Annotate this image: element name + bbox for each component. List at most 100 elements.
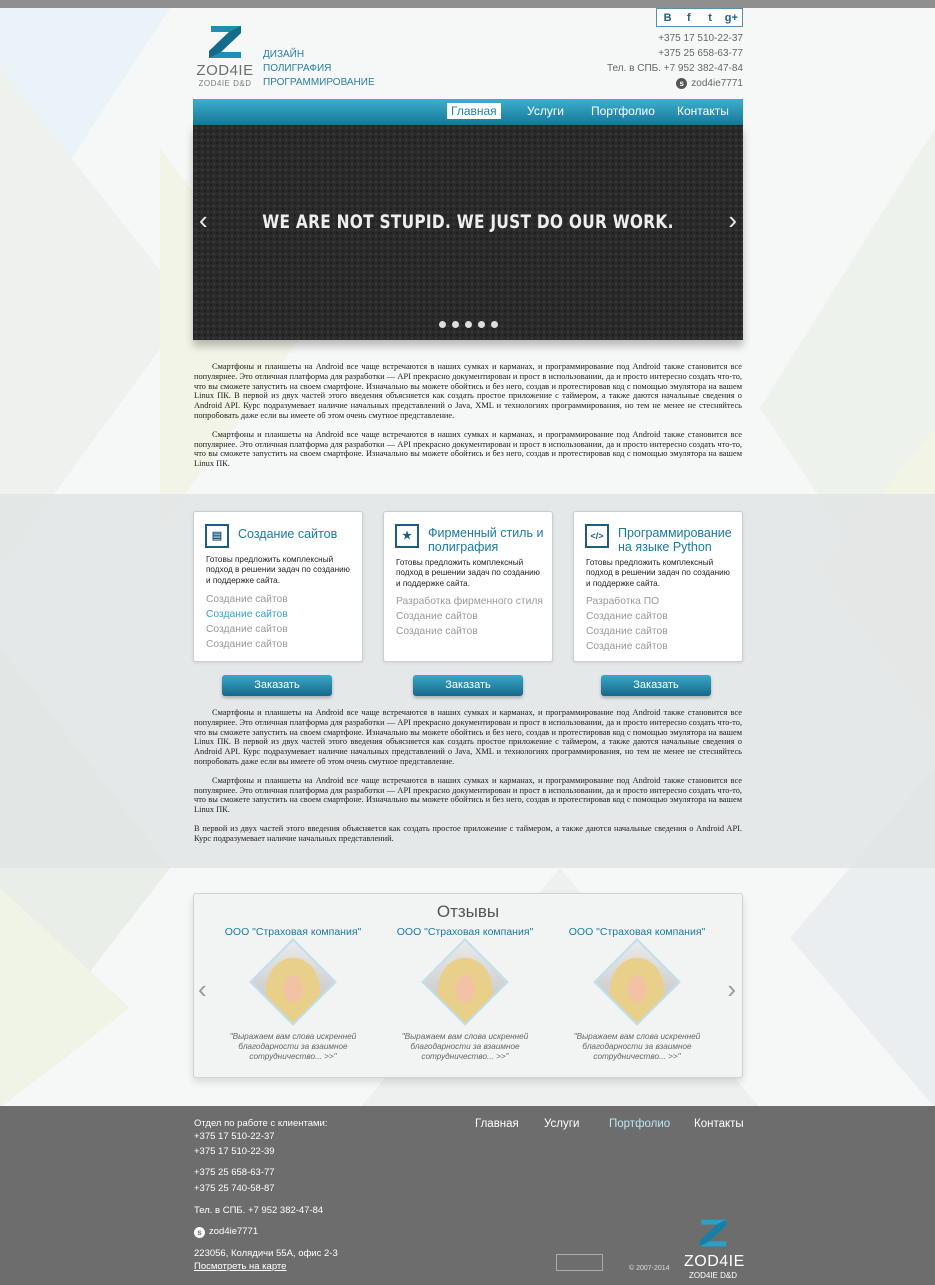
review-card: ООО "Страховая компания" "Выражаем вам с… bbox=[218, 926, 368, 1062]
order-button[interactable]: Заказать bbox=[222, 675, 332, 696]
map-link[interactable]: Посмотреть на карте bbox=[194, 1261, 286, 1273]
copyright: © 2007-2014 bbox=[629, 1265, 670, 1272]
footer-phone: +375 25 740-58-87 bbox=[194, 1183, 275, 1194]
top-strip bbox=[0, 0, 935, 8]
reviews-next-arrow-icon[interactable]: › bbox=[727, 974, 736, 1005]
footer-nav-home[interactable]: Главная bbox=[475, 1118, 519, 1130]
review-avatar bbox=[421, 938, 509, 1026]
slider-next-arrow-icon[interactable]: › bbox=[728, 207, 737, 233]
star-icon: ★ bbox=[395, 524, 419, 548]
review-quote[interactable]: "Выражаем вам слова искренней благодарно… bbox=[562, 1032, 712, 1062]
card-link[interactable]: Создание сайтов bbox=[396, 625, 544, 639]
slider-dot[interactable] bbox=[490, 321, 498, 328]
twitter-icon[interactable]: t bbox=[701, 12, 719, 24]
nav-contacts[interactable]: Контакты bbox=[673, 103, 733, 119]
header-contacts: +375 17 510-22-37 +375 25 658-63-77 Тел.… bbox=[607, 31, 743, 91]
card-link[interactable]: Разработка ПО bbox=[586, 594, 734, 609]
logo-subtitle: ZOD4IE D&D bbox=[198, 79, 252, 88]
phone-spb: Тел. в СПБ. +7 952 382-47-84 bbox=[606, 63, 743, 74]
review-avatar bbox=[249, 938, 337, 1026]
tagline-design: ДИЗАЙН bbox=[263, 49, 305, 60]
counter-widget[interactable] bbox=[556, 1254, 603, 1271]
footer-dept: Отдел по работе с клиентами: bbox=[194, 1118, 328, 1129]
footer: Отдел по работе с клиентами: +375 17 510… bbox=[0, 1106, 935, 1285]
review-company[interactable]: ООО "Страховая компания" bbox=[218, 926, 368, 938]
facebook-icon[interactable]: f bbox=[680, 12, 698, 24]
skype-name: zod4ie7771 bbox=[691, 78, 743, 89]
service-card-websites: ▤ Создание сайтов Готовы предложить комп… bbox=[193, 511, 363, 662]
card-links: Создание сайтов Создание сайтов Создание… bbox=[206, 592, 354, 652]
review-card: ООО "Страховая компания" "Выражаем вам с… bbox=[390, 926, 540, 1062]
footer-address: 223056, Колядичи 55А, офис 2-3 bbox=[194, 1248, 338, 1259]
footer-logo-word: ZOD4IE bbox=[684, 1253, 745, 1270]
social-links: B f t g+ bbox=[656, 8, 743, 27]
skype-icon: s bbox=[194, 1226, 205, 1238]
footer-phone: +375 17 510-22-39 bbox=[194, 1146, 275, 1157]
paragraph: В первой из двух частей этого введения о… bbox=[194, 823, 742, 843]
logo[interactable]: ZOD4IE ZOD4IE D&D bbox=[193, 24, 257, 90]
card-link[interactable]: Разработка фирменного стиля bbox=[396, 595, 544, 609]
service-card-python: </> Программирование на языке Python Гот… bbox=[573, 511, 743, 662]
slider-prev-arrow-icon[interactable]: ‹ bbox=[199, 207, 208, 233]
card-link[interactable]: Создание сайтов bbox=[586, 624, 734, 639]
review-company[interactable]: ООО "Страховая компания" bbox=[390, 926, 540, 938]
paragraph: Смартфоны и планшеты на Android все чаще… bbox=[194, 775, 742, 815]
card-title: Фирменный стиль и полиграфия bbox=[428, 526, 544, 554]
review-quote[interactable]: "Выражаем вам слова искренней благодарно… bbox=[390, 1032, 540, 1062]
code-icon: </> bbox=[585, 524, 609, 548]
slider-dot[interactable] bbox=[477, 321, 485, 328]
paragraph: Смартфоны и планшеты на Android все чаще… bbox=[194, 429, 742, 469]
card-link[interactable]: Создание сайтов bbox=[206, 637, 354, 652]
footer-nav-contacts[interactable]: Контакты bbox=[694, 1118, 744, 1130]
slider-dot[interactable] bbox=[464, 321, 472, 328]
card-link[interactable]: Создание сайтов bbox=[206, 607, 354, 622]
reviews-section: Отзывы ‹ ООО "Страховая компания" "Выраж… bbox=[193, 893, 743, 1078]
skype-name: zod4ie7771 bbox=[209, 1226, 259, 1237]
skype-contact: s zod4ie7771 bbox=[676, 76, 743, 91]
footer-skype: s zod4ie7771 bbox=[194, 1226, 258, 1238]
card-title: Программирование на языке Python bbox=[618, 526, 732, 554]
nav-services[interactable]: Услуги bbox=[523, 103, 568, 119]
card-link[interactable]: Создание сайтов bbox=[586, 609, 734, 624]
footer-nav-portfolio[interactable]: Портфолио bbox=[609, 1118, 670, 1130]
tagline-print: ПОЛИГРАФИЯ bbox=[263, 63, 332, 74]
hero-slider: ‹ WE ARE NOT STUPID. WE JUST DO OUR WORK… bbox=[193, 125, 743, 340]
card-link[interactable]: Создание сайтов bbox=[586, 639, 734, 654]
reviews-title: Отзывы bbox=[436, 902, 500, 921]
skype-icon: s bbox=[676, 78, 688, 89]
logo-z-icon bbox=[699, 1219, 727, 1247]
card-link[interactable]: Создание сайтов bbox=[206, 622, 354, 637]
review-quote[interactable]: "Выражаем вам слова искренней благодарно… bbox=[218, 1032, 368, 1062]
reviews-prev-arrow-icon[interactable]: ‹ bbox=[198, 974, 207, 1005]
footer-logo-subtitle: ZOD4IE D&D bbox=[688, 1271, 737, 1280]
website-icon: ▤ bbox=[205, 524, 229, 548]
vk-icon[interactable]: B bbox=[659, 12, 677, 24]
card-links: Разработка ПО Создание сайтов Создание с… bbox=[586, 594, 734, 654]
card-description: Готовы предложить комплексный подход в р… bbox=[396, 558, 540, 588]
slider-dot[interactable] bbox=[438, 321, 446, 328]
phone-2: +375 25 658-63-77 bbox=[658, 48, 743, 59]
intro-text: Смартфоны и планшеты на Android все чаще… bbox=[194, 362, 742, 478]
card-description: Готовы предложить комплексный подход в р… bbox=[586, 558, 730, 588]
google-plus-icon[interactable]: g+ bbox=[722, 12, 740, 24]
card-link[interactable]: Создание сайтов bbox=[396, 610, 544, 624]
nav-home[interactable]: Главная bbox=[447, 103, 501, 119]
paragraph: Смартфоны и планшеты на Android все чаще… bbox=[194, 708, 742, 766]
card-link[interactable]: Создание сайтов bbox=[206, 592, 354, 607]
footer-nav-services[interactable]: Услуги bbox=[544, 1118, 579, 1130]
paragraph: Смартфоны и планшеты на Android все чаще… bbox=[194, 362, 742, 420]
review-avatar bbox=[593, 938, 681, 1026]
card-description: Готовы предложить комплексный подход в р… bbox=[206, 555, 350, 585]
footer-phone: +375 17 510-22-37 bbox=[194, 1131, 275, 1142]
review-company[interactable]: ООО "Страховая компания" bbox=[562, 926, 712, 938]
logo-z-icon bbox=[205, 24, 245, 60]
nav-portfolio[interactable]: Портфолио bbox=[587, 103, 659, 119]
card-links: Разработка фирменного стиля Создание сай… bbox=[396, 595, 544, 639]
card-title: Создание сайтов bbox=[238, 527, 338, 541]
tagline-programming: ПРОГРАММИРОВАНИЕ bbox=[263, 77, 375, 88]
footer-logo[interactable]: ZOD4IE ZOD4IE D&D bbox=[684, 1218, 745, 1280]
order-button[interactable]: Заказать bbox=[601, 675, 711, 696]
order-button[interactable]: Заказать bbox=[413, 675, 523, 696]
slider-dot[interactable] bbox=[451, 321, 459, 328]
services-text: Смартфоны и планшеты на Android все чаще… bbox=[194, 708, 742, 853]
